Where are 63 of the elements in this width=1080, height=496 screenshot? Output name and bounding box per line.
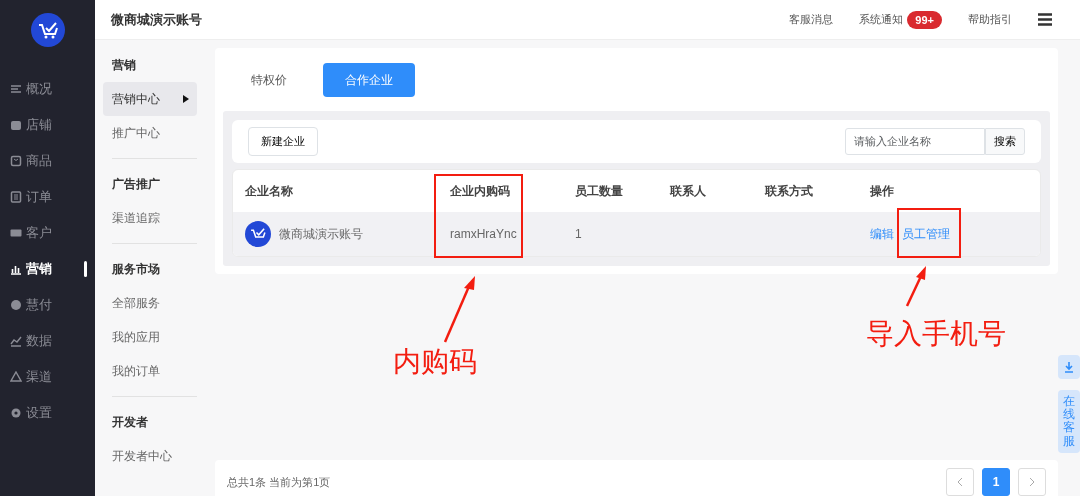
page-button[interactable]: 1 bbox=[982, 468, 1010, 496]
subnav-item[interactable]: 推广中心 bbox=[103, 116, 197, 150]
column-header: 企业名称 bbox=[245, 182, 294, 200]
column-header: 联系人 bbox=[670, 182, 707, 200]
cart-logo bbox=[30, 13, 65, 47]
highlight-frame bbox=[897, 208, 961, 258]
new-company-button[interactable]: 新建企业 bbox=[248, 127, 318, 156]
nav-item[interactable]: 店铺 bbox=[0, 107, 95, 143]
chevron-left-icon bbox=[957, 477, 963, 487]
subnav-item[interactable]: 全部服务 bbox=[103, 286, 197, 320]
column-header: 企业内购码 bbox=[450, 182, 511, 200]
annotation-text: 导入手机号 bbox=[866, 320, 1006, 348]
nav-item[interactable]: 慧付 bbox=[0, 287, 95, 323]
nav-item[interactable]: 客户 bbox=[0, 215, 95, 251]
cart-logo bbox=[245, 220, 271, 247]
menu-icon[interactable] bbox=[1038, 13, 1052, 26]
action-link[interactable]: 编辑 bbox=[870, 224, 894, 243]
nav-item[interactable]: 概况 bbox=[0, 71, 95, 107]
nav-item[interactable]: 数据 bbox=[0, 323, 95, 359]
header-link[interactable]: 帮助指引 bbox=[968, 11, 1012, 28]
bar-chart-icon bbox=[10, 263, 22, 275]
list-icon bbox=[10, 83, 22, 95]
subnav-item[interactable]: 渠道追踪 bbox=[103, 201, 197, 235]
tab[interactable]: 合作企业 bbox=[323, 63, 415, 97]
subnav-item[interactable]: 开发者中心 bbox=[103, 439, 197, 473]
section-title: 服务市场 bbox=[111, 261, 161, 278]
subnav-item[interactable]: 我的订单 bbox=[103, 354, 197, 388]
chevron-right-icon bbox=[1029, 477, 1035, 487]
section-title: 营销 bbox=[111, 57, 137, 74]
nav-item[interactable]: 订单 bbox=[0, 179, 95, 215]
header-link[interactable]: 系统通知 bbox=[859, 11, 904, 28]
download-icon bbox=[1064, 361, 1074, 373]
line-chart-icon bbox=[10, 335, 22, 347]
table-cell-text: 微商城演示账号 bbox=[279, 225, 363, 243]
previous-page-button[interactable] bbox=[946, 468, 974, 496]
nav-item[interactable]: 渠道 bbox=[0, 359, 95, 395]
search-field[interactable]: 请输入企业名称 bbox=[845, 128, 985, 155]
search-button[interactable]: 搜索 bbox=[985, 128, 1025, 155]
nav-item[interactable]: 设置 bbox=[0, 395, 95, 431]
download-button[interactable] bbox=[1058, 355, 1080, 379]
subnav-item[interactable]: 营销中心 bbox=[103, 82, 197, 116]
gear-icon bbox=[10, 407, 22, 419]
table-cell: 1 bbox=[575, 226, 582, 241]
next-page-button[interactable] bbox=[1018, 468, 1046, 496]
column-header: 操作 bbox=[870, 182, 895, 200]
notification-badge: 99+ bbox=[907, 10, 942, 29]
subnav-item[interactable]: 我的应用 bbox=[103, 320, 197, 354]
document-icon bbox=[10, 191, 22, 203]
account-title: 微商城演示账号 bbox=[111, 10, 202, 29]
triangle-icon bbox=[183, 95, 189, 103]
section-title: 开发者 bbox=[111, 414, 149, 431]
triangle-icon bbox=[10, 371, 22, 383]
nav-item[interactable]: 商品 bbox=[0, 143, 95, 179]
table-cell: ramxHraYnc bbox=[450, 226, 517, 241]
tab[interactable]: 特权价 bbox=[229, 63, 309, 97]
column-header: 联系方式 bbox=[765, 182, 814, 200]
header-link[interactable]: 客服消息 bbox=[789, 11, 834, 28]
pagination-summary: 总共1条 当前为第1页 bbox=[227, 474, 331, 490]
nav-item[interactable]: 营销 bbox=[0, 251, 95, 287]
annotation-text: 内购码 bbox=[393, 348, 477, 376]
action-link[interactable]: 员工管理 bbox=[902, 224, 950, 243]
column-header: 员工数量 bbox=[575, 182, 624, 200]
section-title: 广告推广 bbox=[111, 176, 161, 193]
